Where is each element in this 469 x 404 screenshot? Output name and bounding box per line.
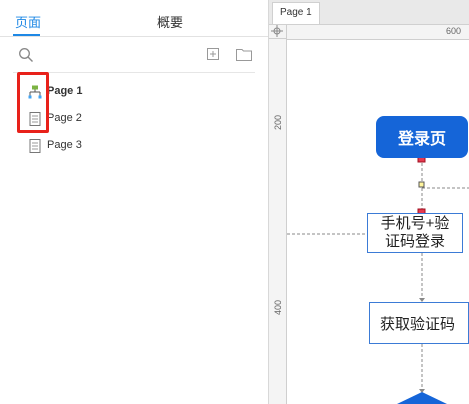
flow-node-phone-login[interactable]: 手机号+验 证码登录 bbox=[367, 213, 463, 253]
horizontal-ruler bbox=[287, 25, 469, 40]
page-icon bbox=[29, 139, 41, 153]
vertical-ruler bbox=[269, 39, 287, 404]
page-panel: 页面 概要 Page 1 Page 2 Page 3 bbox=[0, 0, 269, 404]
crosshair-icon bbox=[271, 25, 283, 37]
ruler-label: 600 bbox=[446, 26, 462, 36]
page-item-page-3[interactable]: Page 3 bbox=[26, 136, 256, 156]
flow-node-login-page[interactable]: 登录页 bbox=[376, 116, 468, 158]
page-item-label: Page 1 bbox=[47, 85, 83, 97]
ruler-label: 200 bbox=[273, 114, 283, 130]
ruler-label: 400 bbox=[273, 299, 283, 315]
node-text-line: 证码登录 bbox=[384, 233, 445, 250]
tab-pages[interactable]: 页面 bbox=[15, 12, 41, 31]
add-folder-icon[interactable] bbox=[236, 48, 252, 61]
page-item-page-2[interactable]: Page 2 bbox=[26, 109, 256, 129]
decision-diamond-node bbox=[397, 392, 447, 404]
tab-page-1[interactable]: Page 1 bbox=[272, 2, 320, 24]
page-item-label: Page 3 bbox=[47, 139, 82, 151]
search-icon[interactable] bbox=[18, 47, 34, 63]
page-item-page-1[interactable]: Page 1 bbox=[26, 82, 256, 102]
tab-label: Page 1 bbox=[280, 7, 312, 18]
add-page-icon[interactable] bbox=[207, 48, 219, 60]
connection-handle bbox=[418, 181, 425, 188]
ruler-corner bbox=[269, 25, 287, 39]
highlight-annotation-box bbox=[17, 72, 49, 133]
tabs-divider bbox=[0, 36, 268, 37]
search-divider bbox=[13, 72, 255, 73]
node-text-line: 手机号+验 bbox=[380, 215, 450, 232]
flow-node-get-code[interactable]: 获取验证码 bbox=[369, 302, 469, 344]
tab-overview[interactable]: 概要 bbox=[157, 12, 183, 31]
page-item-label: Page 2 bbox=[47, 112, 82, 124]
